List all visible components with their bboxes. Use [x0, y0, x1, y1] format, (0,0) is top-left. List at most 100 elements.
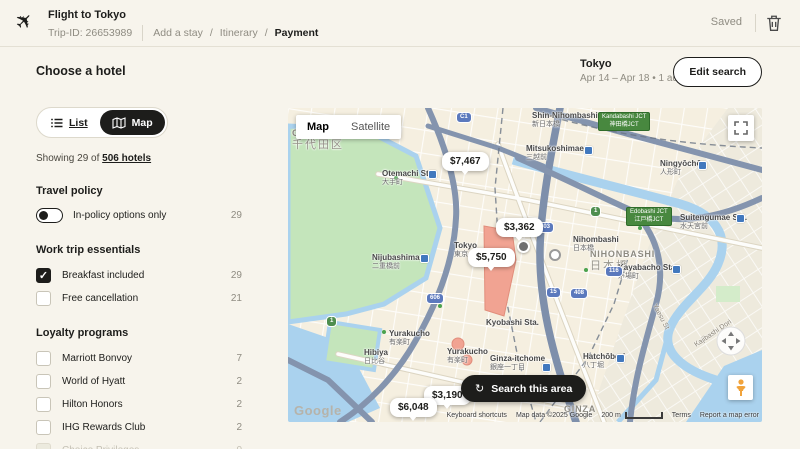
breadcrumb-payment[interactable]: Payment: [275, 27, 319, 39]
filter-label: Hilton Honors: [62, 399, 225, 410]
station-icon: [542, 363, 551, 372]
breadcrumb-separator: /: [210, 27, 213, 39]
route-shield: C1: [456, 112, 472, 123]
map-data-credit: Map data ©2025 Google: [516, 412, 592, 419]
edit-search-button[interactable]: Edit search: [673, 57, 762, 87]
station-icon: [698, 161, 707, 170]
filter-row-ihg[interactable]: IHG Rewards Club 2: [36, 419, 242, 435]
airplane-icon: ✈: [10, 6, 40, 36]
hotel-price-pin[interactable]: $7,467: [442, 152, 489, 171]
map-label-station: Hibiya日比谷: [364, 348, 388, 366]
station-icon: [672, 265, 681, 274]
map-label-station: Shin-Nihombashi新日本橋: [532, 111, 598, 129]
checkbox-choice: [36, 443, 51, 449]
refresh-icon: ↻: [475, 382, 484, 395]
pegman-control[interactable]: [728, 375, 753, 400]
results-prefix: Showing 29 of: [36, 153, 99, 164]
filter-row-breakfast[interactable]: ✓ Breakfast included 29: [36, 267, 242, 283]
route-shield: 606: [426, 293, 444, 304]
scale-line: [625, 412, 663, 419]
essentials-heading: Work trip essentials: [36, 244, 242, 256]
trip-title: Flight to Tokyo: [48, 9, 126, 21]
search-area-label: Search this area: [491, 383, 572, 395]
checkbox-marriott[interactable]: [36, 351, 51, 366]
list-icon: [51, 118, 63, 128]
search-this-area-button[interactable]: ↻ Search this area: [461, 375, 586, 402]
page-title: Choose a hotel: [36, 64, 126, 78]
map-view-button[interactable]: Map: [100, 110, 165, 135]
filter-label: Marriott Bonvoy: [62, 353, 225, 364]
filter-label: Free cancellation: [62, 293, 220, 304]
breadcrumb: Add a stay / Itinerary / Payment: [153, 27, 318, 39]
hotel-price-pin[interactable]: $5,750: [468, 248, 515, 267]
top-header: ✈ Flight to Tokyo Trip-ID: 26653989 Add …: [0, 0, 800, 47]
station-icon: [428, 170, 437, 179]
header-subrow: Trip-ID: 26653989 Add a stay / Itinerary…: [48, 25, 318, 41]
map-type-satellite-button[interactable]: Satellite: [340, 115, 401, 139]
map-label-station: Mitsukoshimae三越前: [526, 144, 584, 162]
in-policy-toggle-row[interactable]: In-policy options only 29: [36, 208, 242, 223]
report-error-link[interactable]: Report a map error: [700, 412, 759, 419]
filter-row-free-cancellation[interactable]: Free cancellation 21: [36, 290, 242, 306]
keyboard-shortcuts-link[interactable]: Keyboard shortcuts: [447, 412, 507, 419]
view-toggle: List Map: [36, 107, 168, 138]
map-attribution: Keyboard shortcuts Map data ©2025 Google…: [447, 412, 759, 419]
list-view-button[interactable]: List: [39, 110, 100, 135]
trash-icon[interactable]: [766, 14, 782, 32]
map-label-station: Kayabacho Sta.茅場町: [618, 263, 678, 281]
breadcrumb-separator: /: [265, 27, 268, 39]
loyalty-heading: Loyalty programs: [36, 327, 242, 339]
filter-count: 21: [231, 293, 242, 304]
map-container: Chiyoda City千代田区 Otemachi Sta.大手町 Shin-N…: [288, 108, 762, 422]
header-right-divider: [755, 14, 756, 32]
hotel-dot-marker[interactable]: [549, 249, 561, 261]
jct-badge: Kandabashi JCT神田橋JCT: [598, 112, 650, 131]
pan-control[interactable]: [716, 326, 746, 356]
fullscreen-button[interactable]: [728, 115, 754, 141]
checkbox-hilton[interactable]: [36, 397, 51, 412]
search-dates: Apr 14 – Apr 18 • 1 adult: [580, 73, 689, 84]
filter-label: IHG Rewards Club: [62, 422, 225, 433]
checkbox-ihg[interactable]: [36, 420, 51, 435]
google-logo[interactable]: Google: [294, 403, 342, 418]
hotel-price-pin[interactable]: $3,362: [496, 218, 543, 237]
in-policy-label: In-policy options only: [73, 210, 221, 221]
station-icon: [616, 354, 625, 363]
map-icon: [112, 117, 126, 129]
map-label-station: Nijubashimae二重橋前: [372, 253, 424, 271]
checkbox-breakfast[interactable]: ✓: [36, 268, 51, 283]
checkbox-free-cancellation[interactable]: [36, 291, 51, 306]
route-shield: 116: [605, 266, 623, 277]
results-count-link[interactable]: 506 hotels: [102, 153, 151, 164]
in-policy-count: 29: [231, 210, 242, 221]
map-label-station: Kyobashi Sta.: [486, 318, 539, 328]
hotel-dot-marker-active[interactable]: [517, 240, 530, 253]
filter-count: 2: [236, 376, 242, 387]
filter-label: Breakfast included: [62, 270, 220, 281]
hotel-price-pin[interactable]: $6,048: [390, 398, 437, 417]
filter-row-marriott[interactable]: Marriott Bonvoy 7: [36, 350, 242, 366]
fullscreen-icon: [733, 120, 749, 136]
header-divider: [142, 25, 143, 41]
in-policy-toggle[interactable]: [36, 208, 63, 223]
map-type-map-button[interactable]: Map: [296, 115, 340, 139]
filter-row-hyatt[interactable]: World of Hyatt 2: [36, 373, 242, 389]
pegman-icon: [734, 379, 748, 397]
map-label-station: Ginza-itchome銀座一丁目: [490, 354, 545, 372]
route-shield: 1: [590, 206, 601, 217]
breadcrumb-add-a-stay[interactable]: Add a stay: [153, 27, 203, 39]
route-shield: 408: [570, 288, 588, 299]
breadcrumb-itinerary[interactable]: Itinerary: [220, 27, 258, 39]
filters-sidebar: List Map Showing 29 of 506 hotels Travel…: [36, 107, 242, 449]
filter-row-hilton[interactable]: Hilton Honors 2: [36, 396, 242, 412]
station-icon: [584, 146, 593, 155]
list-view-label: List: [69, 117, 88, 129]
filter-count: 29: [231, 270, 242, 281]
map-label-station: Yurakucho有楽町: [447, 347, 488, 365]
terms-link[interactable]: Terms: [672, 412, 691, 419]
jct-badge: Edobashi JCT江戸橋JCT: [626, 207, 672, 226]
toggle-knob: [39, 211, 48, 220]
app-page: ✈ Flight to Tokyo Trip-ID: 26653989 Add …: [0, 0, 800, 449]
filter-count: 7: [236, 353, 242, 364]
checkbox-hyatt[interactable]: [36, 374, 51, 389]
